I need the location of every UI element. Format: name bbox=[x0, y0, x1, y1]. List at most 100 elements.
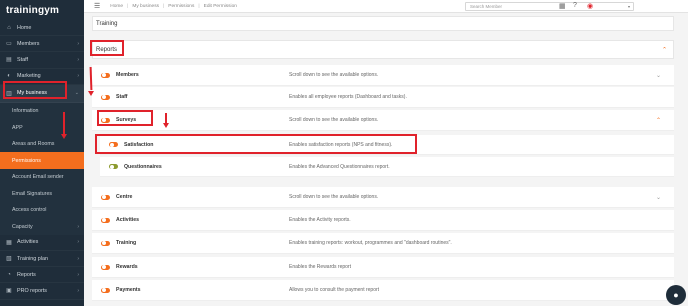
training-plan-icon: ▧ bbox=[6, 256, 12, 263]
report-row-questionnaires: Questionnaires Enables the Advanced Quest… bbox=[100, 157, 674, 177]
toggle-switch[interactable] bbox=[101, 264, 110, 270]
chat-bubble-icon[interactable]: ● bbox=[666, 285, 686, 305]
toggle-switch[interactable] bbox=[101, 117, 110, 123]
panel-reports[interactable]: Reports ⌃ bbox=[92, 40, 674, 59]
toggle-switch[interactable] bbox=[109, 164, 118, 169]
sidebar-item-label: My business bbox=[17, 90, 47, 97]
report-row-activities: Activities Enables the Activity reports. bbox=[92, 210, 674, 231]
search-member-input[interactable]: Search Member ▾ bbox=[465, 2, 634, 11]
chevron-down-icon[interactable]: ⌄ bbox=[656, 194, 661, 201]
report-description: Allows you to consult the payment report bbox=[289, 287, 380, 293]
report-description: Enables the Advanced Questionnaires repo… bbox=[289, 163, 390, 170]
pro-reports-icon: ▣ bbox=[6, 288, 12, 295]
sidebar-subitem-app[interactable]: APP bbox=[0, 119, 84, 136]
report-description: Scroll down to see the available options… bbox=[289, 194, 379, 200]
report-label: Centre bbox=[116, 194, 133, 200]
user-profile-icon[interactable]: ◉ bbox=[587, 2, 593, 10]
report-label: Staff bbox=[116, 94, 128, 100]
report-label: Surveys bbox=[116, 117, 137, 123]
sidebar-item-label: Marketing bbox=[17, 73, 41, 80]
report-label: Satisfaction bbox=[124, 141, 154, 148]
report-row-surveys: Surveys Scroll down to see the available … bbox=[92, 110, 674, 131]
toggle-switch[interactable] bbox=[101, 194, 110, 200]
report-label: Rewards bbox=[116, 264, 138, 270]
report-row-staff: Staff Enables all employee reports (Dashb… bbox=[92, 87, 674, 108]
report-label: Questionnaires bbox=[124, 163, 162, 170]
sidebar-item-label: Members bbox=[17, 40, 40, 47]
report-description: Enables training reports: workout, progr… bbox=[289, 240, 452, 246]
sidebar-subitem-information[interactable]: Information bbox=[0, 102, 84, 120]
chevron-right-icon: › bbox=[77, 255, 79, 262]
toggle-switch[interactable] bbox=[101, 217, 110, 223]
breadcrumb: Home | My business | Permissions | Edit … bbox=[110, 3, 237, 9]
chevron-down-icon[interactable]: ▾ bbox=[628, 4, 630, 9]
chevron-right-icon: › bbox=[77, 271, 79, 278]
report-description: Enables all employee reports (Dashboard … bbox=[289, 94, 407, 100]
breadcrumb-my-business[interactable]: My business bbox=[132, 4, 159, 9]
activities-icon: ▦ bbox=[6, 239, 12, 246]
toggle-switch[interactable] bbox=[109, 142, 118, 147]
report-label: Payments bbox=[116, 287, 141, 293]
home-icon: ⌂ bbox=[7, 24, 11, 31]
chevron-right-icon: › bbox=[77, 73, 79, 80]
sidebar-item-activities[interactable]: ▦ Activities › bbox=[0, 235, 84, 251]
report-description: Enables the Activity reports. bbox=[289, 217, 351, 223]
report-row-training: Training Enables training reports: workou… bbox=[92, 233, 674, 254]
sidebar-item-label: Reports bbox=[17, 271, 36, 278]
report-label: Training bbox=[116, 240, 137, 246]
main-content: Training Reports ⌃ Members Scroll down to… bbox=[84, 13, 688, 306]
sidebar-item-training-plan[interactable]: ▧ Training plan › bbox=[0, 251, 84, 268]
toggle-switch[interactable] bbox=[101, 240, 110, 246]
grid-icon[interactable]: ▦ bbox=[559, 2, 566, 10]
sidebar-item-marketing[interactable]: ◐ Marketing › bbox=[0, 69, 84, 85]
help-icon[interactable]: ? bbox=[573, 2, 577, 9]
sidebar-subitem-label: Capacity bbox=[12, 223, 33, 230]
chevron-right-icon: › bbox=[77, 56, 79, 63]
marketing-icon: ◐ bbox=[7, 73, 11, 80]
report-row-members: Members Scroll down to see the available … bbox=[92, 65, 674, 86]
chevron-down-icon[interactable]: ⌄ bbox=[656, 72, 661, 79]
breadcrumb-permissions[interactable]: Permissions bbox=[168, 4, 194, 9]
sidebar-item-my-business[interactable]: ▥ My business ⌄ bbox=[0, 84, 84, 103]
reports-icon: ◔ bbox=[7, 271, 11, 278]
sidebar-item-label: Staff bbox=[17, 56, 28, 63]
app-logo: trainingym bbox=[6, 4, 60, 16]
toggle-switch[interactable] bbox=[101, 72, 110, 78]
report-label: Activities bbox=[116, 217, 140, 223]
sidebar-item-label: Home bbox=[17, 24, 32, 31]
search-placeholder: Search Member bbox=[470, 4, 503, 9]
top-bar: ☰ Home | My business | Permissions | Edi… bbox=[84, 0, 688, 13]
sidebar-subitem-account-email-sender[interactable]: Account Email sender bbox=[0, 168, 84, 186]
sidebar-item-label: Activities bbox=[17, 239, 39, 246]
report-row-rewards: Rewards Enables the Rewards report bbox=[92, 257, 674, 278]
menu-icon[interactable]: ☰ bbox=[94, 2, 100, 10]
sidebar-item-pro-reports[interactable]: ▣ PRO reports › bbox=[0, 283, 84, 300]
chevron-up-icon[interactable]: ⌃ bbox=[662, 46, 667, 53]
report-label: Members bbox=[116, 72, 139, 78]
sidebar-item-label: Training plan bbox=[17, 255, 48, 262]
sidebar-item-staff[interactable]: ▤ Staff › bbox=[0, 52, 84, 69]
chevron-right-icon: › bbox=[77, 40, 79, 47]
report-description: Scroll down to see the available options… bbox=[289, 117, 379, 123]
sidebar-item-label: PRO reports bbox=[17, 287, 47, 294]
breadcrumb-edit-permission: Edit Permission bbox=[203, 3, 237, 9]
chevron-right-icon: › bbox=[77, 223, 79, 230]
sidebar-subitem-areas-and-rooms[interactable]: Areas and Rooms bbox=[0, 135, 84, 153]
breadcrumb-home[interactable]: Home bbox=[110, 4, 123, 9]
sidebar-subitem-access-control[interactable]: Access control bbox=[0, 201, 84, 219]
sidebar-subitem-permissions[interactable]: Permissions bbox=[0, 152, 84, 169]
report-description: Scroll down to see the available options… bbox=[289, 72, 379, 78]
members-icon: ▭ bbox=[6, 41, 12, 48]
toggle-switch[interactable] bbox=[101, 94, 110, 100]
chevron-down-icon: ⌄ bbox=[74, 90, 79, 97]
briefcase-icon: ▥ bbox=[6, 90, 12, 97]
panel-training[interactable]: Training bbox=[92, 16, 674, 31]
toggle-switch[interactable] bbox=[101, 287, 110, 293]
sidebar-subitem-capacity[interactable]: Capacity › bbox=[0, 218, 84, 235]
report-row-satisfaction: Satisfaction Enables satisfaction reports… bbox=[100, 135, 674, 155]
sidebar-subitem-email-signatures[interactable]: Email Signatures bbox=[0, 185, 84, 202]
sidebar-item-members[interactable]: ▭ Members › bbox=[0, 36, 84, 53]
sidebar-item-home[interactable]: ⌂ Home bbox=[0, 20, 84, 37]
sidebar-item-reports[interactable]: ◔ Reports › bbox=[0, 267, 84, 284]
chevron-up-icon[interactable]: ⌃ bbox=[656, 117, 661, 124]
